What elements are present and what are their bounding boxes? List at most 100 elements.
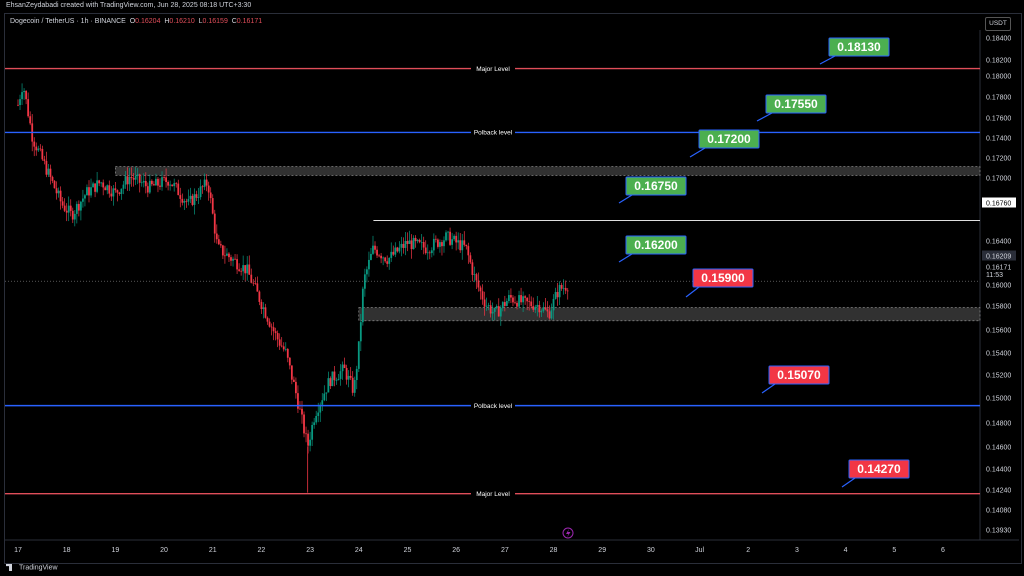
candle-body[interactable] <box>167 182 170 186</box>
candle-body[interactable] <box>148 180 151 193</box>
candle-body[interactable] <box>376 249 378 256</box>
candle-body[interactable] <box>447 231 449 233</box>
candle-body[interactable] <box>110 193 113 197</box>
candle-body[interactable] <box>530 301 533 307</box>
candle-body[interactable] <box>183 201 186 203</box>
candle-body[interactable] <box>138 174 141 183</box>
candle-body[interactable] <box>193 194 196 205</box>
candle-body[interactable] <box>392 251 395 255</box>
candle-body[interactable] <box>23 90 25 93</box>
candle-body[interactable] <box>453 235 456 240</box>
candle-body[interactable] <box>366 269 368 275</box>
candle-body[interactable] <box>534 306 537 310</box>
candle-body[interactable] <box>215 233 218 240</box>
candle-body[interactable] <box>157 178 159 186</box>
candle-body[interactable] <box>295 381 297 394</box>
candle-body[interactable] <box>544 307 547 310</box>
candle-body[interactable] <box>29 116 32 124</box>
candle-body[interactable] <box>114 188 117 191</box>
candle-body[interactable] <box>477 280 480 288</box>
candle-body[interactable] <box>522 296 524 303</box>
candle-body[interactable] <box>491 311 494 314</box>
candle-body[interactable] <box>142 180 145 183</box>
candle-body[interactable] <box>126 176 129 185</box>
candle-body[interactable] <box>331 371 334 387</box>
candle-body[interactable] <box>479 287 482 292</box>
candle-body[interactable] <box>560 284 563 289</box>
candle-body[interactable] <box>507 295 510 302</box>
candle-body[interactable] <box>230 257 232 261</box>
candle-body[interactable] <box>33 141 36 147</box>
candle-body[interactable] <box>254 283 257 284</box>
candle-body[interactable] <box>51 176 54 181</box>
candle-body[interactable] <box>315 415 318 423</box>
candle-body[interactable] <box>244 265 247 274</box>
candle-body[interactable] <box>45 160 48 175</box>
candle-body[interactable] <box>282 346 285 350</box>
candle-body[interactable] <box>75 203 78 214</box>
candle-body[interactable] <box>524 296 527 298</box>
candle-body[interactable] <box>432 238 435 251</box>
candle-body[interactable] <box>128 176 131 185</box>
candle-body[interactable] <box>408 240 411 244</box>
footer-brand[interactable]: TradingView <box>6 564 58 571</box>
candle-body[interactable] <box>59 190 62 202</box>
candle-body[interactable] <box>124 176 127 185</box>
candle-body[interactable] <box>301 408 303 415</box>
candle-body[interactable] <box>96 180 99 192</box>
candle-body[interactable] <box>112 188 115 197</box>
candle-body[interactable] <box>228 253 230 258</box>
candle-body[interactable] <box>55 188 58 194</box>
price-callout-0.15070[interactable]: 0.15070 <box>761 365 830 394</box>
symbol-name[interactable]: Dogecoin / TetherUS · 1h · BINANCE <box>10 18 126 25</box>
candle-body[interactable] <box>98 180 101 184</box>
candle-body[interactable] <box>493 308 496 312</box>
candle-body[interactable] <box>272 327 275 332</box>
candle-body[interactable] <box>61 201 64 206</box>
price-callout-0.16750[interactable]: 0.16750 <box>618 176 687 204</box>
candle-body[interactable] <box>134 175 137 180</box>
candle-body[interactable] <box>286 349 289 358</box>
currency-unit-button[interactable]: USDT <box>985 17 1011 31</box>
candle-body[interactable] <box>161 177 163 187</box>
candle-body[interactable] <box>540 310 543 313</box>
candle-body[interactable] <box>136 174 139 176</box>
sr-zone-1[interactable] <box>115 166 981 176</box>
candle-body[interactable] <box>69 205 72 211</box>
candle-body[interactable] <box>536 304 539 307</box>
candle-body[interactable] <box>514 302 516 304</box>
candle-body[interactable] <box>82 198 84 202</box>
candle-body[interactable] <box>297 393 299 409</box>
candle-body[interactable] <box>104 187 107 191</box>
candle-body[interactable] <box>473 274 476 275</box>
candle-body[interactable] <box>246 264 249 274</box>
candle-body[interactable] <box>270 326 273 328</box>
candle-body[interactable] <box>100 182 103 184</box>
candle-body[interactable] <box>309 439 312 446</box>
candle-body[interactable] <box>333 371 336 381</box>
candle-body[interactable] <box>380 255 383 259</box>
candle-body[interactable] <box>337 378 340 381</box>
candle-body[interactable] <box>489 305 492 314</box>
candle-body[interactable] <box>144 180 147 187</box>
candle-body[interactable] <box>335 380 338 381</box>
candle-body[interactable] <box>467 246 470 256</box>
candle-body[interactable] <box>260 301 263 310</box>
candle-body[interactable] <box>449 231 451 245</box>
candle-body[interactable] <box>353 380 356 393</box>
candle-body[interactable] <box>248 264 251 275</box>
candle-body[interactable] <box>359 322 362 342</box>
candle-body[interactable] <box>414 237 417 242</box>
candle-body[interactable] <box>325 392 328 394</box>
candle-body[interactable] <box>262 307 265 310</box>
candle-body[interactable] <box>341 364 344 372</box>
candle-body[interactable] <box>207 185 210 193</box>
candle-body[interactable] <box>264 307 267 318</box>
candle-body[interactable] <box>201 186 204 188</box>
candle-body[interactable] <box>487 305 490 306</box>
candle-body[interactable] <box>351 377 354 393</box>
candle-body[interactable] <box>469 255 472 263</box>
candle-body[interactable] <box>67 205 70 213</box>
candle-body[interactable] <box>171 184 174 187</box>
candle-body[interactable] <box>181 198 184 203</box>
